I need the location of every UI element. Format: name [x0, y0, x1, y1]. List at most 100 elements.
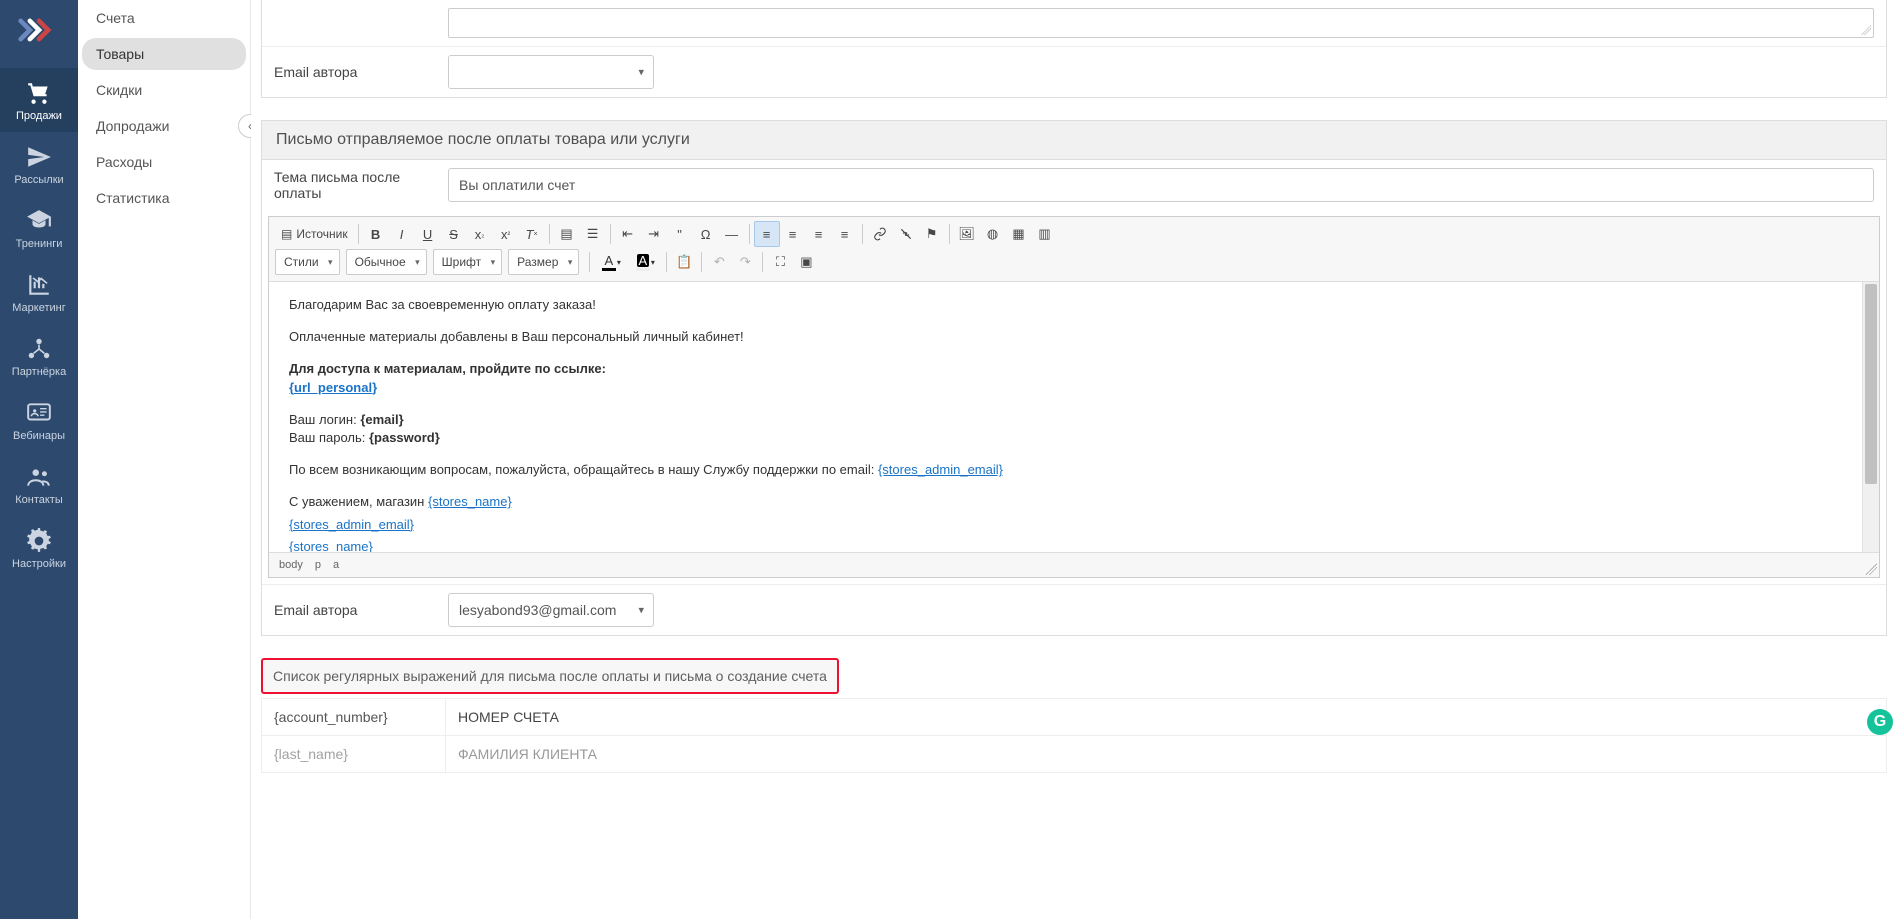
rich-text-editor: ▤ Источник B I U S x₂ x² T×	[268, 216, 1880, 578]
globe-button[interactable]: ◍	[980, 221, 1006, 247]
path-body[interactable]: body	[279, 559, 303, 571]
format-combo[interactable]: Обычное	[346, 249, 427, 275]
superscript-button[interactable]: x²	[493, 221, 519, 247]
table-row: {account_number} НОМЕР СЧЕТА	[262, 699, 1887, 736]
size-combo[interactable]: Размер	[508, 249, 579, 275]
body-line: С уважением, магазин {stores_name}	[289, 493, 1849, 511]
underline-button[interactable]: U	[415, 221, 441, 247]
template-button[interactable]: ▥	[1032, 221, 1058, 247]
nav-contacts[interactable]: Контакты	[0, 452, 78, 516]
nav-mailings[interactable]: Рассылки	[0, 132, 78, 196]
subscript-button[interactable]: x₂	[467, 221, 493, 247]
nav-label: Продажи	[16, 110, 62, 122]
subject-input[interactable]	[448, 168, 1874, 202]
ghost-textarea[interactable]	[448, 8, 1874, 38]
email-author-select-top[interactable]	[448, 55, 654, 89]
stores-admin-email-link[interactable]: {stores_admin_email}	[878, 462, 1003, 477]
grammarly-badge[interactable]: G	[1867, 709, 1893, 735]
outdent-button[interactable]: ⇤	[615, 221, 641, 247]
source-button[interactable]: ▤ Источник	[275, 221, 354, 247]
body-line: Благодарим Вас за своевременную оплату з…	[289, 296, 1849, 314]
subnav-invoices[interactable]: Счета	[78, 0, 250, 36]
nav-label: Маркетинг	[12, 302, 65, 314]
nav-trainings[interactable]: Тренинги	[0, 196, 78, 260]
nav-sales[interactable]: Продажи	[0, 68, 78, 132]
regex-key: {account_number}	[262, 699, 446, 736]
bold-button[interactable]: B	[363, 221, 389, 247]
top-panel: Email автора	[261, 0, 1887, 98]
nav-settings[interactable]: Настройки	[0, 516, 78, 580]
unlink-button[interactable]	[893, 221, 919, 247]
logo	[15, 10, 63, 50]
link-button[interactable]	[867, 221, 893, 247]
editor-scrollbar[interactable]	[1862, 282, 1879, 552]
bg-color-button[interactable]: A ▾	[628, 249, 662, 275]
number-list-button[interactable]: ☰	[580, 221, 606, 247]
align-center-button[interactable]: ≡	[780, 221, 806, 247]
omega-button[interactable]: Ω	[693, 221, 719, 247]
indent-button[interactable]: ⇥	[641, 221, 667, 247]
editor-resize-handle[interactable]	[1865, 563, 1877, 575]
nav-label: Вебинары	[13, 430, 65, 442]
bullet-list-button[interactable]: ▤	[554, 221, 580, 247]
table-button[interactable]: ▦	[1006, 221, 1032, 247]
regex-header[interactable]: Список регулярных выражений для письма п…	[261, 658, 839, 694]
stores-name-link[interactable]: {stores_name}	[428, 494, 512, 509]
body-line: {stores_name}	[289, 538, 1849, 552]
sub-sidebar: Счета Товары Скидки Допродажи Расходы Ст…	[78, 0, 251, 919]
nav-label: Рассылки	[14, 174, 63, 186]
anchor-button[interactable]: ⚑	[919, 221, 945, 247]
undo-button[interactable]: ↶	[706, 249, 732, 275]
subnav-expenses[interactable]: Расходы	[78, 144, 250, 180]
stores-name-link-2[interactable]: {stores_name}	[289, 539, 373, 552]
email-author-label-2: Email автора	[274, 602, 448, 618]
maximize-button[interactable]: ⛶	[767, 249, 793, 275]
nav-label: Контакты	[15, 494, 63, 506]
editor-body[interactable]: Благодарим Вас за своевременную оплату з…	[269, 282, 1879, 552]
subnav-stats[interactable]: Статистика	[78, 180, 250, 216]
text-color-button[interactable]: A ▾	[594, 249, 628, 275]
gear-icon	[25, 528, 53, 554]
image-button[interactable]: 🖼	[954, 221, 980, 247]
strike-button[interactable]: S	[441, 221, 467, 247]
path-p[interactable]: p	[315, 559, 321, 571]
body-line: Оплаченные материалы добавлены в Ваш пер…	[289, 328, 1849, 346]
subnav-products[interactable]: Товары	[82, 38, 246, 70]
body-line: Для доступа к материалам, пройдите по сс…	[289, 360, 1849, 396]
table-row: {last_name} ФАМИЛИЯ КЛИЕНТА	[262, 736, 1887, 773]
copy-format-button[interactable]: 📋	[671, 249, 697, 275]
quote-button[interactable]: "	[667, 221, 693, 247]
italic-button[interactable]: I	[389, 221, 415, 247]
body-line: Ваш логин: {email} Ваш пароль: {password…	[289, 411, 1849, 447]
subnav-discounts[interactable]: Скидки	[78, 72, 250, 108]
styles-combo[interactable]: Стили	[275, 249, 340, 275]
nav-label: Партнёрка	[12, 366, 66, 378]
main-content: Email автора Письмо отправляемое после о…	[251, 0, 1897, 919]
main-sidebar: Продажи Рассылки Тренинги Маркетинг Парт…	[0, 0, 78, 919]
path-a[interactable]: a	[333, 559, 339, 571]
stores-admin-email-link-2[interactable]: {stores_admin_email}	[289, 517, 414, 532]
partners-icon	[25, 336, 53, 362]
send-icon	[25, 144, 53, 170]
blocks-button[interactable]: ▣	[793, 249, 819, 275]
chart-icon	[25, 272, 53, 298]
regex-section: Список регулярных выражений для письма п…	[261, 658, 1887, 773]
subnav-upsells[interactable]: Допродажи	[78, 108, 250, 144]
nav-marketing[interactable]: Маркетинг	[0, 260, 78, 324]
subject-label: Тема письма после оплаты	[274, 169, 448, 201]
nav-label: Настройки	[12, 558, 66, 570]
redo-button[interactable]: ↷	[732, 249, 758, 275]
font-combo[interactable]: Шрифт	[433, 249, 502, 275]
remove-format-button[interactable]: T×	[519, 221, 545, 247]
nav-label: Тренинги	[16, 238, 63, 250]
nav-partners[interactable]: Партнёрка	[0, 324, 78, 388]
email-author-select[interactable]: lesyabond93@gmail.com	[448, 593, 654, 627]
cart-icon	[25, 80, 53, 106]
hr-button[interactable]: —	[719, 221, 745, 247]
align-justify-button[interactable]: ≡	[832, 221, 858, 247]
align-right-button[interactable]: ≡	[806, 221, 832, 247]
url-personal-link[interactable]: {url_personal}	[289, 380, 377, 395]
align-left-button[interactable]: ≡	[754, 221, 780, 247]
nav-webinars[interactable]: Вебинары	[0, 388, 78, 452]
source-icon: ▤	[281, 227, 292, 241]
